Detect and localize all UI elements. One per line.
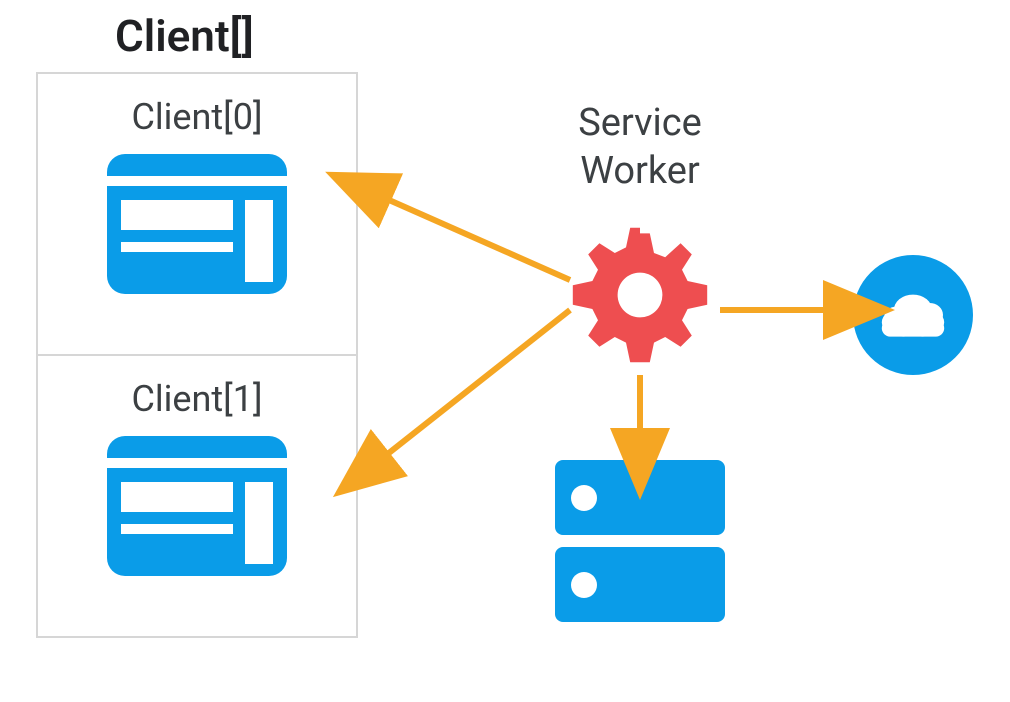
sw-line1: Service Worker: [578, 101, 702, 193]
client-box-0: Client[0]: [36, 72, 358, 356]
clients-container: Client[0] Client[1]: [36, 72, 358, 638]
client-box-1: Client[1]: [36, 354, 358, 638]
service-worker-label: Service Worker: [540, 100, 740, 195]
browser-window-icon: [107, 436, 287, 576]
arrow-sw-to-client1: [380, 310, 570, 460]
gear-icon: [570, 225, 710, 365]
diagram-title: Client[]: [115, 10, 254, 62]
server-unit-bottom: [555, 547, 725, 622]
client-label-0: Client[0]: [131, 96, 262, 138]
server-unit-top: [555, 460, 725, 535]
client-label-1: Client[1]: [131, 378, 262, 420]
server-icon: [555, 460, 725, 634]
cloud-icon: [853, 255, 973, 375]
browser-window-icon: [107, 154, 287, 294]
